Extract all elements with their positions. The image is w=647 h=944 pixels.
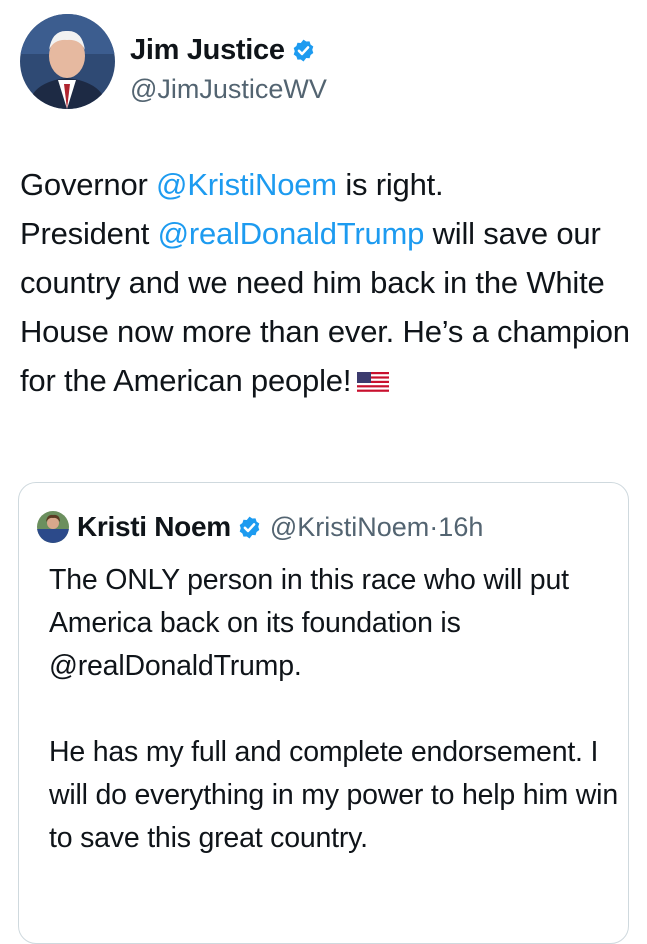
tweet-text-segment: is right. <box>336 167 444 202</box>
verified-badge-icon <box>293 39 313 62</box>
quoted-paragraph: He has my full and complete endorsement.… <box>49 736 618 854</box>
quoted-tweet-text: The ONLY person in this race who will pu… <box>49 559 619 860</box>
verified-badge-icon <box>239 516 260 538</box>
author-avatar[interactable] <box>20 14 115 109</box>
quoted-author-handle: @KristiNoem <box>269 511 430 542</box>
tweet-header: Jim Justice @JimJusticeWV <box>20 14 620 110</box>
meta-separator: · <box>429 511 439 542</box>
quoted-tweet[interactable]: Kristi Noem @KristiNoem · 16h The ONLY per… <box>18 482 629 944</box>
us-flag-icon <box>357 372 390 394</box>
tweet-text-segment: Governor <box>20 167 157 202</box>
quoted-paragraph: The ONLY person in this race who will pu… <box>49 564 569 682</box>
mention-link[interactable]: @KristiNoem <box>156 167 337 202</box>
tweet-text: Governor @KristiNoem is right. President… <box>20 160 630 405</box>
quoted-author-name: Kristi Noem <box>77 511 231 542</box>
quoted-author-avatar <box>37 511 69 543</box>
quoted-tweet-header: Kristi Noem @KristiNoem · 16h <box>37 511 483 543</box>
quoted-timestamp: 16h <box>438 511 484 542</box>
author-handle[interactable]: @JimJusticeWV <box>130 74 327 105</box>
tweet-text-segment: President <box>20 216 158 251</box>
author-name[interactable]: Jim Justice <box>130 34 285 67</box>
mention-link[interactable]: @realDonaldTrump <box>158 216 425 251</box>
